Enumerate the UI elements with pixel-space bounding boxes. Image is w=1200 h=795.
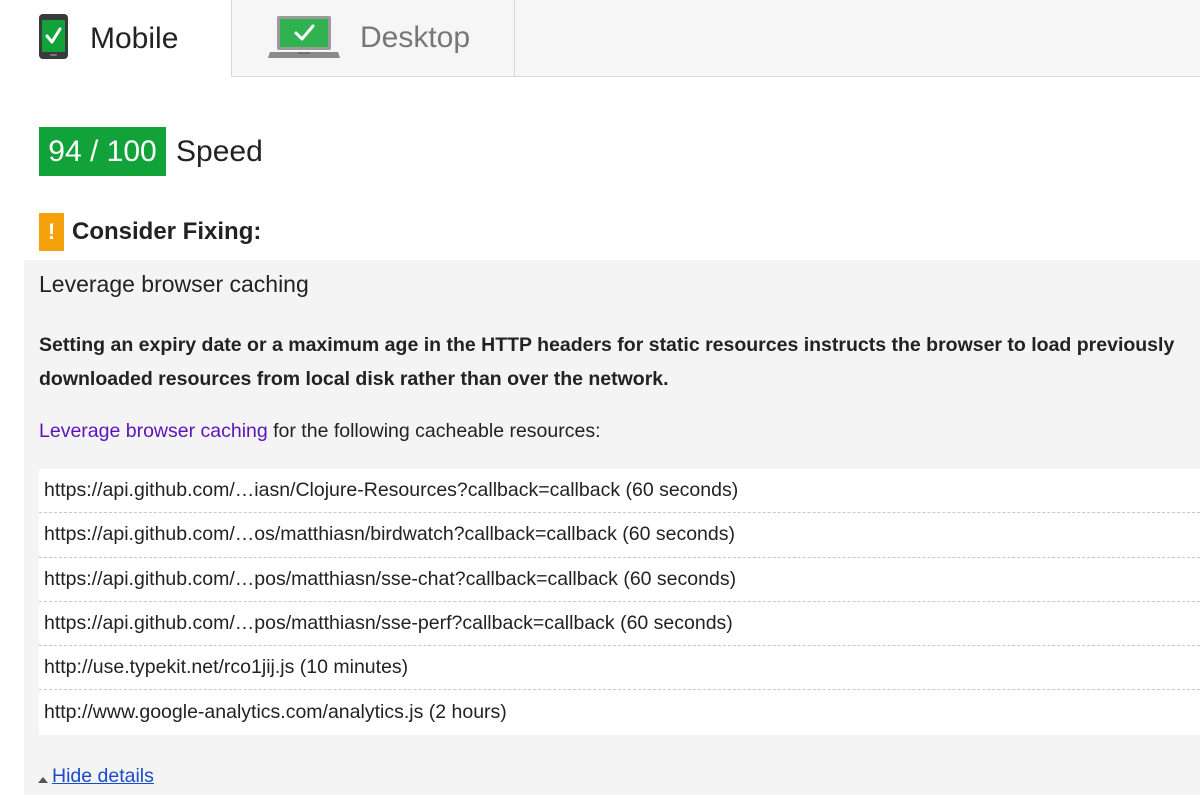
rule-intro: Leverage browser caching for the followi… (39, 420, 601, 443)
hide-details-link[interactable]: Hide details (52, 765, 154, 788)
resource-list: https://api.github.com/…iasn/Clojure-Res… (39, 469, 1200, 735)
laptop-check-icon (268, 15, 340, 65)
score-row: 94 / 100 Speed (39, 127, 263, 176)
hide-details-toggle[interactable]: Hide details (38, 765, 154, 788)
rule-link[interactable]: Leverage browser caching (39, 420, 268, 442)
warning-icon: ! (39, 213, 64, 251)
list-item: http://www.google-analytics.com/analytic… (44, 701, 507, 724)
device-tabs: Mobile Desktop (0, 0, 1200, 77)
list-item: https://api.github.com/…pos/matthiasn/ss… (39, 558, 1200, 602)
rule-description: Setting an expiry date or a maximum age … (39, 334, 1175, 390)
consider-fixing-label: Consider Fixing: (72, 218, 262, 245)
score-badge: 94 / 100 (39, 127, 166, 176)
tab-desktop-label: Desktop (360, 21, 471, 54)
triangle-up-icon (38, 776, 48, 783)
tab-mobile[interactable]: Mobile (0, 0, 232, 77)
list-item: https://api.github.com/…pos/matthiasn/ss… (39, 602, 1200, 647)
phone-check-icon (39, 13, 68, 64)
tab-desktop[interactable]: Desktop (232, 0, 515, 77)
list-item: https://api.github.com/…os/matthiasn/bir… (39, 513, 1200, 558)
tab-mobile-label: Mobile (90, 21, 179, 55)
list-item: http://use.typekit.net/rco1jij.js (10 mi… (39, 646, 1200, 691)
rule-panel: Leverage browser caching Setting an expi… (24, 260, 1200, 795)
consider-fixing-header: ! Consider Fixing: (39, 213, 261, 251)
page: Mobile Desktop 94 / 100 Speed ! Consider… (0, 0, 1200, 795)
rule-title[interactable]: Leverage browser caching (39, 271, 309, 298)
tab-bar-filler (515, 0, 1200, 76)
tab-divider (232, 76, 1200, 77)
score-label: Speed (176, 134, 263, 168)
list-item: https://api.github.com/…iasn/Clojure-Res… (39, 469, 1200, 514)
rule-intro-text: for the following cacheable resources: (267, 420, 601, 442)
